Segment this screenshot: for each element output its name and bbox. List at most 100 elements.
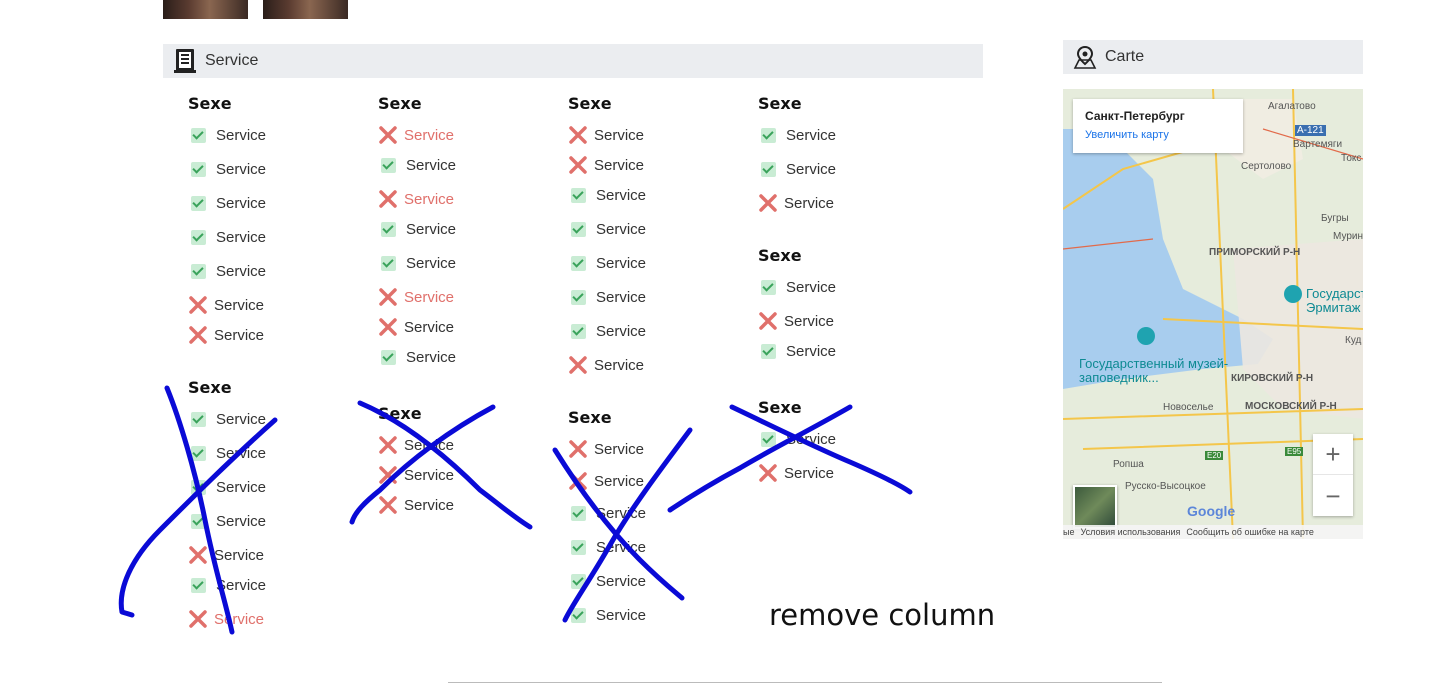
checkmark-icon [190, 578, 206, 594]
checkmark-icon [380, 158, 396, 174]
map-label: КИРОВСКИЙ Р-Н [1231, 373, 1314, 384]
service-item-unavailable: Service [189, 325, 264, 345]
scribble-stroke [667, 404, 853, 513]
zoom-in-button[interactable]: + [1313, 434, 1353, 475]
terms-link[interactable]: Условия использования [1080, 527, 1180, 537]
map-label: Токс [1341, 153, 1362, 164]
photo-thumbnail-1[interactable] [163, 0, 248, 19]
cross-icon [568, 355, 588, 375]
zoom-out-button[interactable]: − [1313, 476, 1353, 516]
checkmark-icon [380, 222, 396, 238]
service-label: Service [594, 126, 645, 144]
service-item-unavailable: Service [568, 471, 644, 491]
map-label: Мурино [1333, 231, 1363, 242]
photo-thumbnail-2[interactable] [263, 0, 348, 19]
google-logo: Google [1187, 503, 1236, 519]
service-item-available: Service [760, 431, 836, 448]
service-label: Service [406, 221, 457, 238]
service-item-unavailable: Service [759, 311, 834, 331]
group-title: Sexe [568, 408, 612, 427]
checkmark-icon [760, 432, 776, 448]
service-label: Service [786, 279, 837, 296]
service-label: Service [404, 436, 455, 454]
service-panel-header: Service [163, 44, 983, 78]
embedded-map[interactable]: Санкт-Петербург Увеличить карту Агалатов… [1063, 89, 1363, 539]
service-label: Service [404, 496, 455, 514]
cross-icon [568, 471, 588, 491]
service-label: Service [214, 296, 265, 314]
service-item-unavailable: Service [569, 439, 644, 459]
service-label: Service [786, 127, 837, 144]
service-item-unavailable: Service [568, 355, 644, 375]
service-label: Service [406, 349, 457, 366]
service-label: Service [594, 156, 645, 174]
service-label: Service [216, 195, 267, 212]
map-label-hermitage: Государственный Эрмитаж [1306, 286, 1363, 315]
service-item-unavailable: Service [379, 495, 455, 515]
checkmark-icon [190, 514, 206, 530]
service-item-unavailable: Service [379, 287, 454, 307]
report-error-link[interactable]: Сообщить об ошибке на карте [1186, 527, 1313, 537]
map-data-label: ые [1063, 527, 1075, 537]
checkmark-icon [570, 506, 586, 522]
group-title: Sexe [188, 94, 232, 113]
service-item-unavailable: Service [759, 193, 835, 213]
service-label: Service [784, 464, 835, 482]
service-item-available: Service [380, 157, 456, 174]
service-item-available: Service [380, 349, 456, 366]
checkmark-icon [570, 540, 586, 556]
service-label: Service [786, 431, 837, 448]
checkmark-icon [760, 162, 776, 178]
service-item-available: Service [760, 161, 836, 178]
service-item-unavailable: Service [189, 609, 265, 629]
divider [448, 682, 1162, 683]
checkmark-icon [760, 344, 776, 360]
service-item-available: Service [570, 255, 646, 272]
map-label: Бугры [1321, 213, 1349, 224]
map-label: E20 [1205, 451, 1224, 460]
service-item-available: Service [190, 445, 266, 462]
map-label-museum: Государственный музей-заповедник... [1079, 356, 1229, 385]
checkmark-icon [570, 188, 586, 204]
map-footer: ые Условия использования Сообщить об оши… [1063, 525, 1363, 539]
service-item-available: Service [190, 411, 266, 428]
service-item-available: Service [570, 221, 646, 238]
checkmark-icon [190, 230, 206, 246]
service-item-unavailable: Service [188, 295, 265, 315]
map-label: А-121 [1295, 125, 1326, 136]
enlarge-map-link[interactable]: Увеличить карту [1085, 129, 1169, 141]
service-item-available: Service [570, 289, 646, 306]
service-label: Service [596, 289, 647, 306]
service-item-unavailable: Service [378, 189, 454, 209]
cross-icon [758, 463, 778, 483]
checkmark-icon [570, 324, 586, 340]
map-label: Ропша [1113, 459, 1144, 470]
service-label: Service [784, 194, 835, 212]
service-label: Service [596, 573, 647, 590]
checkmark-icon [380, 256, 396, 272]
service-label: Service [596, 539, 647, 556]
service-label: Service [404, 126, 455, 144]
service-item-unavailable: Service [758, 463, 835, 483]
service-item-available: Service [190, 229, 266, 246]
service-item-unavailable: Service [379, 317, 454, 337]
book-icon [173, 48, 197, 74]
cross-icon [378, 189, 398, 209]
service-item-unavailable: Service [379, 465, 454, 485]
map-label: Сертолово [1241, 161, 1292, 172]
map-label: МОСКОВСКИЙ Р-Н [1245, 401, 1337, 412]
map-panel-title: Carte [1105, 48, 1145, 65]
service-item-available: Service [760, 127, 836, 144]
checkmark-icon [570, 290, 586, 306]
map-label: Агалатово [1268, 101, 1316, 112]
satellite-view-toggle[interactable] [1073, 485, 1117, 529]
checkmark-icon [570, 608, 586, 624]
service-item-available: Service [570, 539, 646, 556]
checkmark-icon [570, 574, 586, 590]
checkmark-icon [190, 480, 206, 496]
group-title: Sexe [568, 94, 612, 113]
group-title: Sexe [758, 246, 802, 265]
service-item-available: Service [570, 607, 646, 624]
service-label: Service [214, 610, 265, 628]
cross-icon [188, 295, 208, 315]
